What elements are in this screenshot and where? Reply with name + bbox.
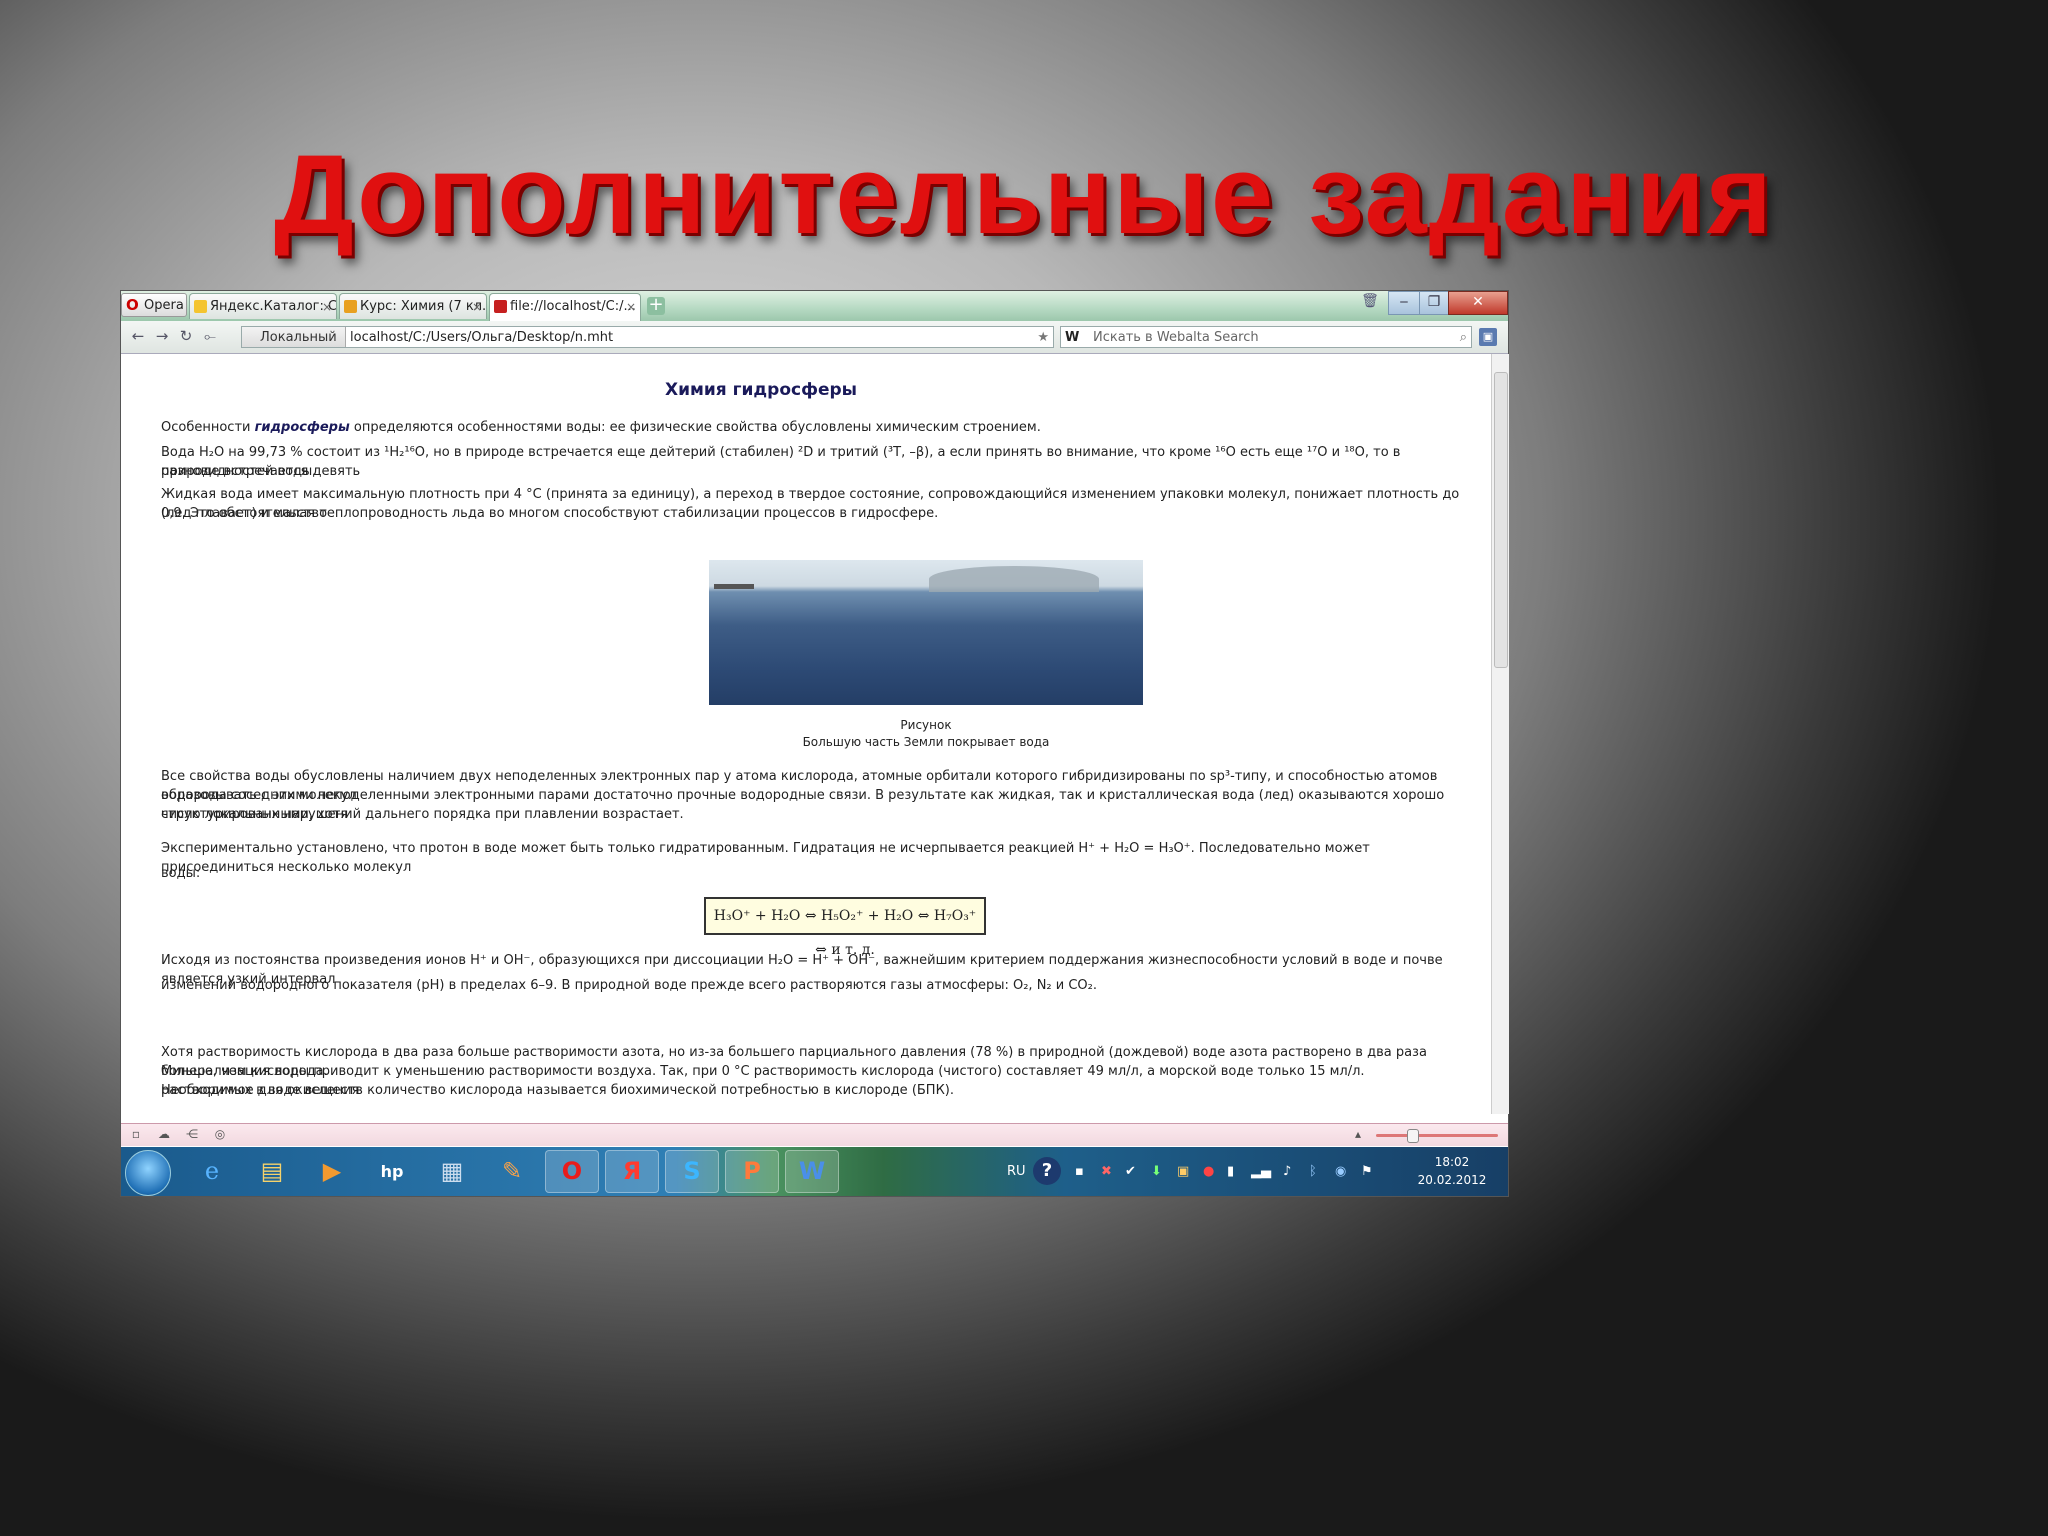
turbo-icon[interactable]: ◎ [213,1127,227,1141]
text: определяются особенностями воды: ее физи… [349,420,1041,435]
battery-icon[interactable]: ▮ [1227,1147,1234,1196]
start-button[interactable] [125,1150,171,1196]
address-url[interactable]: localhost/C:/Users/Ольга/Desktop/n.mht [350,327,613,349]
word-icon[interactable]: W [785,1150,839,1193]
page-content: Химия гидросферы Особенности гидросферы … [121,354,1490,1114]
yandex-icon[interactable]: Я [605,1150,659,1193]
tab-local-file[interactable]: file://localhost/C:/... × [489,293,641,321]
sea-photo [709,560,1143,705]
reload-icon[interactable]: ↻ [177,327,195,345]
paragraph-line: (лед плавает) и малая теплопроводность л… [161,506,939,521]
network-signal-icon[interactable]: ▂▄ [1251,1147,1271,1196]
paragraph-line: изменений водородного показателя (pH) в … [161,978,1097,993]
opera-menu-label: Opera [144,298,184,313]
antivirus-icon[interactable]: ✖ [1101,1147,1112,1196]
search-icon[interactable]: ⌕ [1460,327,1467,349]
figure-caption: Большую часть Земли покрывает вода [802,735,1050,749]
hydration-formula: H₃O⁺ + H₂O ⇔ H₅O₂⁺ + H₂O ⇔ H₇O₃⁺ ⇔ и т. … [704,897,986,958]
download-icon[interactable]: ⬇ [1151,1147,1162,1196]
trash-icon[interactable]: 🗑 [1359,291,1381,313]
paragraph: Особенности гидросферы определяются особ… [161,418,1461,437]
clock-date: 20.02.2012 [1417,1173,1487,1187]
tab-bar: O Opera Яндекс.Каталог: С... × Курс: Хим… [121,291,1508,321]
tray-icon[interactable]: ▪ [1075,1147,1084,1196]
opera-favicon-icon [494,300,507,313]
unite-icon[interactable]: ☁ [157,1127,171,1141]
forward-icon[interactable]: → [153,327,171,345]
browser-window: O Opera Яндекс.Каталог: С... × Курс: Хим… [121,291,1509,1196]
close-tab-icon[interactable]: × [322,294,332,319]
share-icon[interactable]: ⋲ [185,1127,199,1141]
text: Особенности [161,420,255,435]
emphasis-text: гидросферы [254,420,350,435]
internet-explorer-icon[interactable]: e [185,1150,239,1193]
status-bar: ▫ ☁ ⋲ ◎ ▴ [121,1123,1508,1146]
powerpoint-icon[interactable]: P [725,1150,779,1193]
folder-icon[interactable]: ▤ [245,1150,299,1193]
clock-time: 18:02 [1434,1155,1470,1169]
tab-chemistry-course[interactable]: Курс: Химия (7 кл... × [339,293,487,319]
paint-icon[interactable]: ✎ [485,1150,539,1193]
hp-icon[interactable]: hp [365,1150,419,1193]
panel-toggle-icon[interactable]: ▣ [1479,328,1497,346]
opera-menu-button[interactable]: O Opera [121,293,187,317]
media-player-icon[interactable]: ▶ [305,1150,359,1193]
tab-label: Яндекс.Каталог: С... [210,299,337,314]
close-tab-icon[interactable]: × [626,294,636,320]
search-field[interactable]: W Искать в Webalta Search ⌕ [1060,326,1472,348]
close-tab-icon[interactable]: × [472,294,482,319]
flag-icon[interactable]: ⚑ [1361,1147,1373,1196]
scrollbar-thumb[interactable] [1494,372,1508,668]
wifi-icon[interactable]: ◉ [1335,1147,1346,1196]
ship-shape [714,584,754,589]
checkmark-icon[interactable]: ✔ [1125,1147,1136,1196]
bluetooth-icon[interactable]: ᛒ [1309,1147,1317,1196]
panel-icon[interactable]: ▫ [129,1127,143,1141]
page-title: Химия гидросферы [664,380,858,400]
opera-logo-icon: O [126,296,139,314]
vertical-scrollbar[interactable] [1491,354,1509,1114]
paragraph-line: разновидностей воды. [161,464,317,479]
paragraph-line: число локальных нарушений дальнего поряд… [161,807,684,822]
zoom-slider-knob[interactable] [1407,1129,1419,1143]
close-window-button[interactable]: ✕ [1448,291,1508,315]
address-bar[interactable]: Локальный localhost/C:/Users/Ольга/Deskt… [241,326,1054,348]
help-icon[interactable]: ? [1033,1157,1061,1185]
back-icon[interactable]: ← [129,327,147,345]
system-clock[interactable]: 18:02 20.02.2012 [1417,1153,1487,1189]
new-tab-button[interactable]: + [647,296,665,315]
tab-yandex-catalog[interactable]: Яндекс.Каталог: С... × [189,293,337,319]
moodle-favicon-icon [344,300,357,313]
yandex-favicon-icon [194,300,207,313]
zoom-slider[interactable] [1376,1129,1498,1143]
app-tray-icon[interactable]: ▣ [1177,1147,1189,1196]
computer-icon[interactable]: ▦ [425,1150,479,1193]
tab-label: Курс: Химия (7 кл... [360,299,487,314]
zoom-out-icon[interactable]: ▴ [1351,1127,1365,1141]
mountain-shape [929,566,1099,592]
tab-label: file://localhost/C:/... [510,299,636,314]
navigation-bar: ← → ↻ ⟜ Локальный localhost/C:/Users/Оль… [121,321,1508,354]
bookmark-star-icon[interactable]: ★ [1037,327,1049,349]
slide-title: Дополнительные задания [273,132,1775,257]
local-badge[interactable]: Локальный [242,327,346,347]
skype-icon[interactable]: S [665,1150,719,1193]
search-placeholder[interactable]: Искать в Webalta Search [1093,327,1259,349]
volume-icon[interactable]: ♪ [1283,1147,1291,1196]
language-indicator[interactable]: RU [1007,1147,1026,1196]
windows-taskbar: e ▤ ▶ hp ▦ ✎ O Я S P W RU ? ▪ ✖ ✔ ⬇ ▣ ● … [121,1147,1508,1196]
maximize-button[interactable]: ❐ [1419,291,1449,315]
paragraph-line: растворимых в воде веществ количество ки… [161,1083,955,1098]
search-engine-icon[interactable]: W [1065,327,1079,349]
opera-icon[interactable]: O [545,1150,599,1193]
home-icon[interactable]: ⟜ [201,327,219,345]
paragraph-line: воды: [161,866,201,881]
opera-tray-icon[interactable]: ● [1203,1147,1214,1196]
minimize-button[interactable]: ‒ [1388,291,1420,315]
